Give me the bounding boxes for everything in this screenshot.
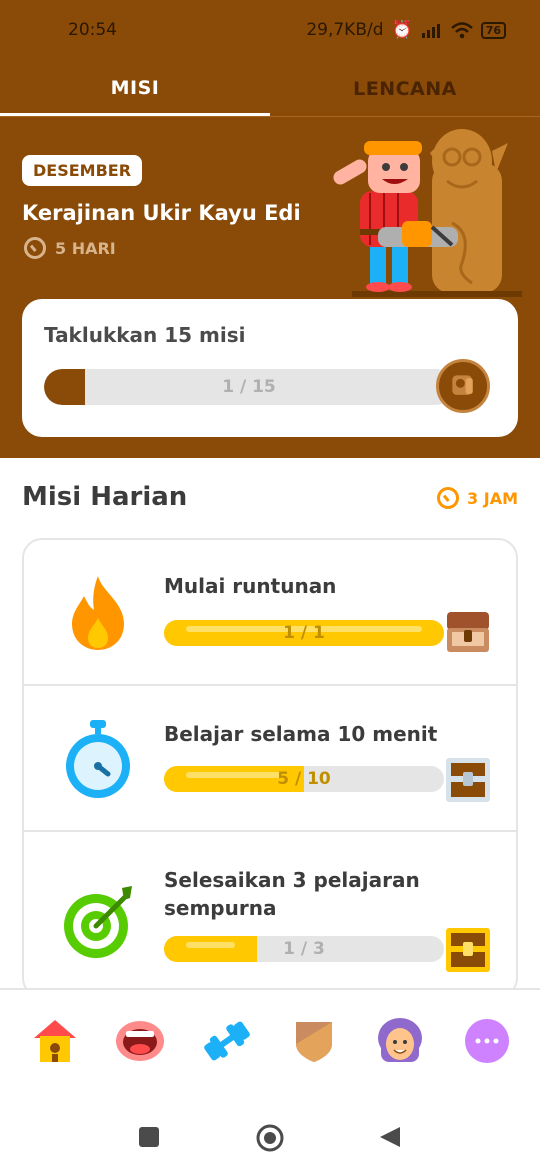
quest-progress-bar: 1 / 1 bbox=[164, 620, 444, 646]
leagues-icon[interactable] bbox=[289, 1016, 339, 1066]
daily-quest-list: Mulai runtunan 1 / 1 Belajar selama 10 m… bbox=[22, 538, 518, 998]
daily-time-left: 3 JAM bbox=[467, 488, 518, 508]
profile-icon[interactable] bbox=[375, 1016, 425, 1066]
event-title: Kerajinan Ukir Kayu Edi bbox=[22, 201, 301, 225]
monthly-progress-bar: 1 / 15 bbox=[44, 369, 454, 405]
woodcarver-illustration bbox=[333, 129, 522, 297]
chest-gold-icon bbox=[446, 928, 490, 972]
quest-title: Belajar selama 10 menit bbox=[164, 722, 438, 746]
monthly-challenge-card[interactable]: Taklukkan 15 misi 1 / 15 bbox=[22, 299, 518, 437]
wifi-icon bbox=[450, 21, 473, 38]
status-bar: 20:54 29,7KB/d ⏰ 76 bbox=[0, 0, 540, 62]
tab-bar: MISI LENCANA bbox=[0, 62, 540, 116]
quest-progress-bar: 5 / 10 bbox=[164, 766, 444, 792]
practice-icon[interactable] bbox=[202, 1016, 252, 1066]
target-icon bbox=[64, 886, 132, 958]
tab-misi[interactable]: MISI bbox=[0, 62, 270, 116]
home-button-icon[interactable] bbox=[256, 1124, 284, 1152]
monthly-badge-icon bbox=[436, 359, 490, 413]
battery-indicator: 76 bbox=[480, 21, 506, 39]
status-time: 20:54 bbox=[68, 20, 117, 40]
monthly-event-banner: DESEMBER Kerajinan Ukir Kayu Edi 5 HARI bbox=[0, 116, 540, 458]
signal-icon bbox=[421, 24, 440, 38]
clock-icon bbox=[24, 237, 46, 259]
stopwatch-icon bbox=[66, 720, 130, 798]
quest-progress-text: 5 / 10 bbox=[277, 769, 331, 789]
quest-item[interactable]: Selesaikan 3 pelajaran sempurna 1 / 3 bbox=[24, 832, 516, 978]
chest-silver-icon bbox=[446, 758, 490, 802]
quest-item[interactable]: Mulai runtunan 1 / 1 bbox=[24, 540, 516, 686]
home-icon[interactable] bbox=[30, 1016, 80, 1066]
quest-title: Selesaikan 3 pelajaran sempurna bbox=[164, 868, 420, 920]
network-speed: 29,7KB/d bbox=[306, 20, 384, 40]
recent-apps-icon[interactable] bbox=[138, 1126, 160, 1148]
monthly-challenge-title: Taklukkan 15 misi bbox=[44, 323, 246, 347]
more-icon[interactable] bbox=[462, 1016, 512, 1066]
speak-icon[interactable] bbox=[115, 1016, 165, 1066]
flame-icon bbox=[72, 576, 124, 650]
month-badge: DESEMBER bbox=[22, 155, 143, 186]
event-days-label: 5 HARI bbox=[55, 238, 116, 258]
daily-quests-header: Misi Harian bbox=[22, 482, 188, 512]
daily-quests-timer: 3 JAM bbox=[437, 487, 518, 509]
system-navigation-bar bbox=[0, 1096, 540, 1170]
alarm-icon: ⏰ bbox=[391, 20, 413, 40]
tab-lencana[interactable]: LENCANA bbox=[270, 62, 540, 116]
quest-item[interactable]: Belajar selama 10 menit 5 / 10 bbox=[24, 686, 516, 832]
quest-title: Mulai runtunan bbox=[164, 574, 337, 598]
back-icon[interactable] bbox=[378, 1125, 402, 1149]
chest-opened-icon bbox=[447, 612, 489, 652]
status-icons: 29,7KB/d ⏰ 76 bbox=[306, 20, 506, 40]
quest-progress-text: 1 / 1 bbox=[283, 623, 325, 643]
bottom-navigation bbox=[0, 988, 540, 1096]
quest-progress-text: 1 / 3 bbox=[283, 939, 325, 959]
quest-progress-bar: 1 / 3 bbox=[164, 936, 444, 962]
clock-icon bbox=[437, 487, 460, 509]
monthly-progress-text: 1 / 15 bbox=[222, 377, 276, 397]
event-time-left: 5 HARI bbox=[24, 237, 116, 259]
